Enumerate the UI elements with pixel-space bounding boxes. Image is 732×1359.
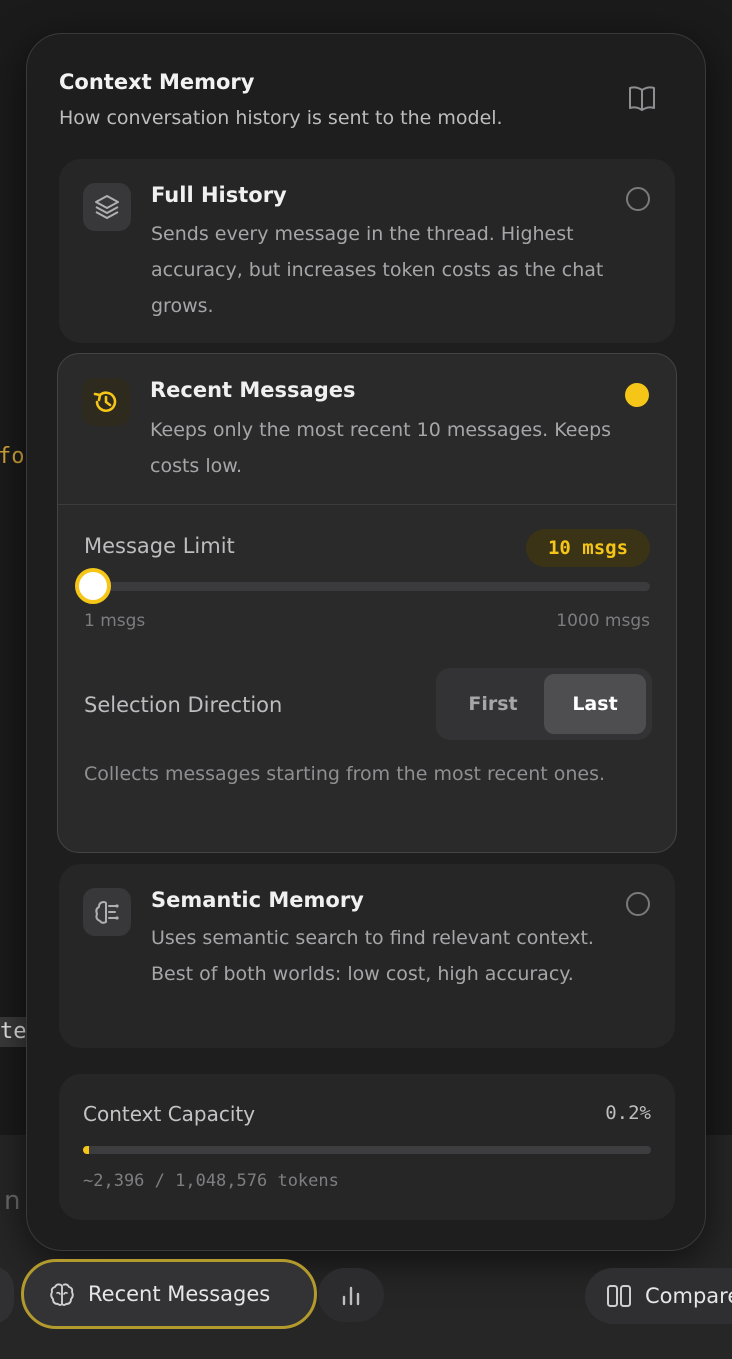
option-title: Full History <box>151 183 287 207</box>
option-description: Uses semantic search to find relevant co… <box>151 927 594 985</box>
option-full-history[interactable]: Full History Sends every message in the … <box>59 159 675 343</box>
option-title: Semantic Memory <box>151 888 364 912</box>
layers-icon <box>83 183 131 231</box>
selection-direction-label: Selection Direction <box>84 693 283 717</box>
option-recent-messages[interactable]: Recent Messages Keeps only the most rece… <box>57 353 677 853</box>
context-capacity-bar <box>83 1146 651 1154</box>
option-radio[interactable] <box>626 187 650 211</box>
history-icon <box>82 378 130 426</box>
panel-title: Context Memory <box>59 70 255 94</box>
direction-first-button[interactable]: First <box>442 674 544 734</box>
brain-icon <box>83 888 131 936</box>
panel-subtitle: How conversation history is sent to the … <box>59 107 503 129</box>
context-capacity-card: Context Capacity 0.2% ~2,396 / 1,048,576… <box>59 1074 675 1220</box>
option-description: Keeps only the most recent 10 messages. … <box>150 419 612 477</box>
compare-button-label: Compare <box>645 1284 732 1308</box>
message-limit-label: Message Limit <box>84 534 235 558</box>
option-description: Sends every message in the thread. Highe… <box>151 223 604 317</box>
message-limit-min: 1 msgs <box>84 611 146 631</box>
background-code-fragment: fo <box>0 444 25 469</box>
context-memory-popover: Context Memory How conversation history … <box>26 33 706 1251</box>
option-radio[interactable] <box>626 892 650 916</box>
message-limit-slider-track[interactable] <box>84 582 650 591</box>
message-limit-max: 1000 msgs <box>556 611 650 631</box>
brain-icon <box>50 1283 74 1306</box>
stats-button[interactable] <box>318 1268 384 1322</box>
selection-direction-toggle: First Last <box>436 668 652 740</box>
option-radio-selected[interactable] <box>625 383 649 407</box>
message-limit-slider-thumb[interactable] <box>75 568 112 604</box>
context-memory-button-label: Recent Messages <box>88 1282 271 1306</box>
option-semantic-memory[interactable]: Semantic Memory Uses semantic search to … <box>59 864 675 1048</box>
bar-chart-icon <box>342 1286 360 1306</box>
columns-icon <box>607 1285 631 1307</box>
message-limit-badge: 10 msgs <box>526 529 650 567</box>
context-capacity-fill <box>83 1146 89 1154</box>
context-capacity-label: Context Capacity <box>83 1102 256 1126</box>
settings-divider <box>58 504 676 505</box>
option-title: Recent Messages <box>150 378 356 402</box>
context-capacity-percent: 0.2% <box>605 1102 651 1124</box>
book-open-icon[interactable] <box>627 84 657 112</box>
background-input-fragment: n <box>4 1186 21 1216</box>
direction-last-button[interactable]: Last <box>544 674 646 734</box>
compare-button[interactable]: Compare <box>585 1268 732 1324</box>
context-memory-button[interactable]: Recent Messages <box>21 1259 317 1329</box>
context-capacity-tokens: ~2,396 / 1,048,576 tokens <box>83 1171 339 1191</box>
selection-direction-description: Collects messages starting from the most… <box>84 763 606 785</box>
